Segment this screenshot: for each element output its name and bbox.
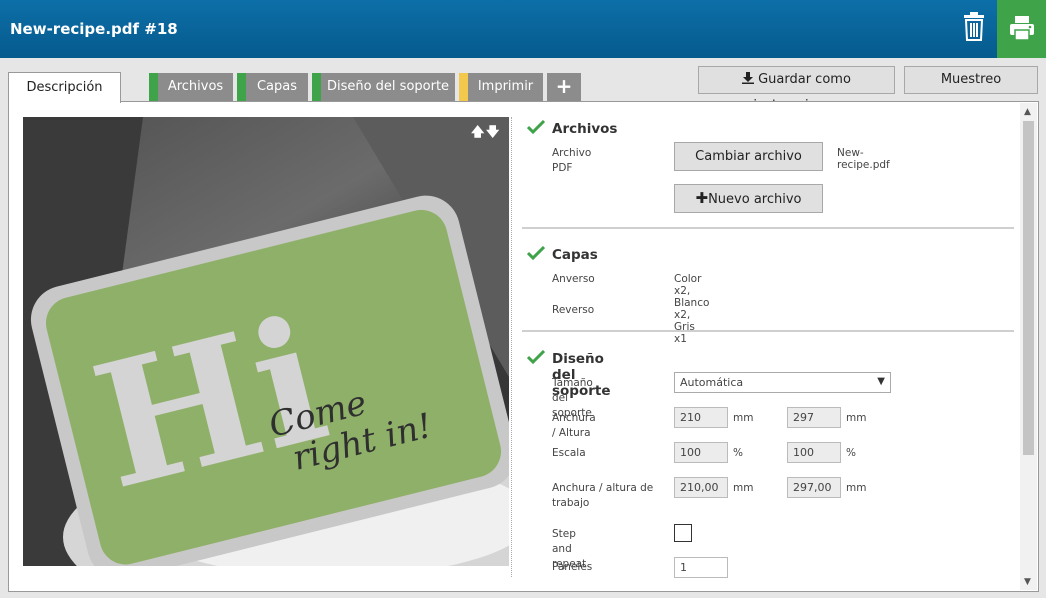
pdf-file-label: Archivo PDF	[552, 147, 592, 174]
section-title-archivos: Archivos	[552, 121, 618, 137]
scale-y-field[interactable]: 100	[787, 442, 841, 463]
preview-image: Hi Come right in!	[23, 117, 509, 566]
checkmark-icon	[527, 120, 545, 134]
tab-descripcion[interactable]: Descripción	[8, 72, 121, 103]
tab-label: Diseño del soporte	[326, 79, 450, 94]
preview-arrows: 🡅 🡇	[471, 123, 501, 145]
tab-capas[interactable]: Capas	[237, 73, 308, 101]
status-marker	[312, 73, 321, 101]
tab-label: Archivos	[167, 79, 224, 94]
tab-archivos[interactable]: Archivos	[149, 73, 233, 101]
chevron-down-icon: ▼	[877, 376, 885, 387]
arrow-up-icon[interactable]: 🡅	[471, 123, 486, 145]
checkmark-icon	[527, 350, 545, 364]
front-value: Color x2, Blanco x2, Gris x1	[674, 273, 710, 345]
checkmark-icon	[527, 246, 545, 260]
unit-mm: mm	[733, 482, 754, 494]
work-width-field[interactable]: 210,00	[674, 477, 728, 498]
height-field[interactable]: 297	[787, 407, 841, 428]
width-height-label: Anchura / Altura	[552, 412, 596, 439]
status-marker	[459, 73, 468, 101]
work-size-label: Anchura / altura de trabajo	[552, 482, 654, 509]
status-marker	[149, 73, 158, 101]
button-label: Muestreo	[940, 72, 1002, 87]
unit-percent: %	[846, 447, 856, 459]
status-marker	[237, 73, 246, 101]
unit-mm: mm	[846, 482, 867, 494]
preview-divider	[511, 117, 512, 577]
app-header: New-recipe.pdf #18	[0, 0, 1046, 58]
divider	[522, 330, 1014, 332]
panels-label: Paneles	[552, 561, 593, 573]
proof-button[interactable]: Muestreo	[904, 66, 1038, 94]
tab-label: Capas	[256, 79, 298, 94]
section-title-capas: Capas	[552, 247, 598, 263]
scale-x-field[interactable]: 100	[674, 442, 728, 463]
print-button[interactable]	[997, 0, 1046, 58]
document-title: New-recipe.pdf #18	[10, 20, 178, 38]
plus-icon: +	[555, 74, 573, 98]
divider	[522, 227, 1014, 229]
panels-field[interactable]: 1	[674, 557, 728, 578]
scroll-up-icon[interactable]: ▲	[1024, 107, 1031, 117]
unit-percent: %	[733, 447, 743, 459]
download-icon	[742, 72, 755, 84]
pdf-filename: New-recipe.pdf	[837, 147, 890, 171]
scale-label: Escala	[552, 447, 586, 459]
trash-icon[interactable]	[960, 12, 988, 42]
step-repeat-checkbox[interactable]	[674, 524, 692, 542]
width-field[interactable]: 210	[674, 407, 728, 428]
add-tab-button[interactable]: +	[547, 73, 581, 101]
scrollbar-thumb[interactable]	[1023, 121, 1034, 455]
tab-diseno-soporte[interactable]: Diseño del soporte	[312, 73, 455, 101]
select-value: Automática	[680, 376, 744, 389]
back-label: Reverso	[552, 304, 595, 316]
new-file-button[interactable]: ✚Nuevo archivo	[674, 184, 823, 213]
scrollbar[interactable]: ▲ ▼	[1020, 103, 1037, 590]
change-file-button[interactable]: Cambiar archivo	[674, 142, 823, 171]
arrow-down-icon[interactable]: 🡇	[486, 123, 501, 145]
scroll-down-icon[interactable]: ▼	[1024, 577, 1031, 587]
button-label: Nuevo archivo	[708, 192, 802, 207]
tab-label: Imprimir	[477, 79, 534, 94]
save-as-instructions-button[interactable]: Guardar como instrucciones	[698, 66, 895, 113]
printer-icon	[1010, 16, 1034, 41]
unit-mm: mm	[846, 412, 867, 424]
tab-imprimir[interactable]: Imprimir	[459, 73, 543, 101]
media-size-select[interactable]: Automática ▼	[674, 372, 891, 393]
work-height-field[interactable]: 297,00	[787, 477, 841, 498]
plus-icon: ✚	[695, 189, 709, 207]
tab-label: Descripción	[26, 80, 103, 95]
front-label: Anverso	[552, 273, 595, 285]
unit-mm: mm	[733, 412, 754, 424]
button-label: Cambiar archivo	[695, 149, 802, 164]
